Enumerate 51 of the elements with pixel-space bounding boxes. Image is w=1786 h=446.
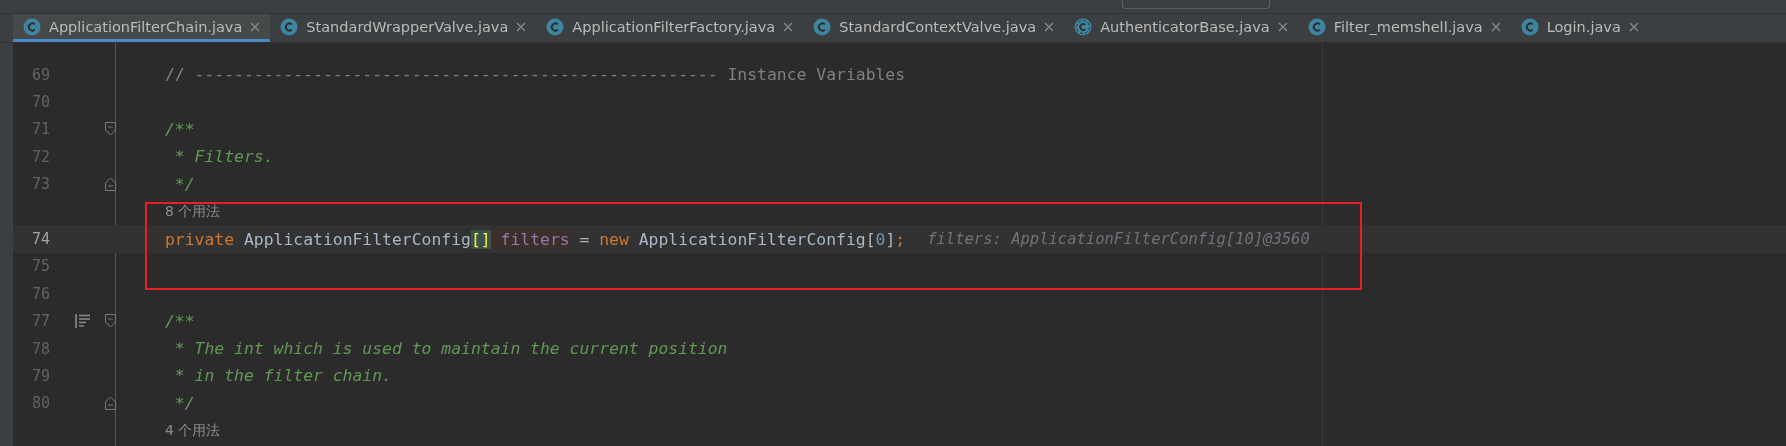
- line-number: 74: [30, 230, 50, 249]
- line-number: 79: [30, 367, 50, 385]
- close-icon[interactable]: [1044, 21, 1055, 32]
- editor-tab[interactable]: ApplicationFilterFactory.java: [536, 14, 804, 42]
- class-icon: [813, 17, 832, 36]
- line-number: 78: [30, 339, 50, 358]
- unfold-icon[interactable]: [105, 177, 116, 192]
- editor-tab[interactable]: ApplicationFilterChain.java: [13, 14, 271, 42]
- inline-value-hint: filters: ApplicationFilterConfig[10]@3560: [927, 230, 1310, 249]
- toolbar-field[interactable]: [1122, 0, 1270, 9]
- class-icon: [1520, 17, 1539, 36]
- class-icon: [280, 17, 299, 36]
- code-line: /**: [165, 311, 195, 331]
- code-line: private ApplicationFilterConfig[] filters = new ApplicationFilterConfig[0];: [165, 229, 906, 249]
- line-number: 80: [30, 394, 50, 413]
- close-icon[interactable]: [1490, 21, 1501, 32]
- editor-tab[interactable]: Login.java: [1510, 14, 1649, 42]
- editor-tab[interactable]: StandardWrapperValve.java: [270, 14, 537, 42]
- line-number: 73: [30, 175, 50, 194]
- editor-tab[interactable]: Filter_memshell.java: [1297, 14, 1511, 42]
- code-line: * The int which is used to maintain the current position: [173, 339, 728, 359]
- fold-icon[interactable]: [105, 314, 116, 329]
- class-icon: [23, 17, 41, 36]
- close-icon[interactable]: [516, 21, 527, 32]
- code-line: /**: [165, 119, 195, 139]
- close-icon[interactable]: [1277, 21, 1288, 32]
- code-line: * in the filter chain.: [173, 366, 392, 386]
- line-number: 75: [30, 257, 50, 276]
- line-number: 76: [30, 284, 50, 303]
- list-lines-icon[interactable]: [75, 314, 91, 329]
- abstract-class-icon: [1074, 17, 1093, 36]
- usages-hint[interactable]: 8 个用法: [116, 202, 221, 221]
- code-line: */: [173, 393, 195, 413]
- class-icon: [546, 17, 565, 36]
- close-icon[interactable]: [250, 21, 261, 32]
- close-icon[interactable]: [783, 21, 794, 32]
- code-line: * Filters.: [173, 147, 274, 167]
- close-icon[interactable]: [1628, 21, 1639, 32]
- editor-tab[interactable]: AuthenticatorBase.java: [1064, 14, 1298, 42]
- class-icon: [1307, 17, 1326, 36]
- line-number: 70: [30, 93, 50, 112]
- line-number: 69: [30, 65, 50, 84]
- fold-icon[interactable]: [105, 122, 116, 137]
- code-line: */: [173, 174, 195, 194]
- code-line: // ----------------------------------------------------- Instance Variables: [165, 65, 906, 85]
- usages-hint[interactable]: 4 个用法: [116, 421, 221, 440]
- editor-tab[interactable]: StandardContextValve.java: [803, 14, 1065, 42]
- line-number: 71: [30, 120, 50, 139]
- line-number: 72: [30, 147, 50, 166]
- line-number: 77: [30, 312, 50, 331]
- unfold-icon[interactable]: [105, 396, 116, 411]
